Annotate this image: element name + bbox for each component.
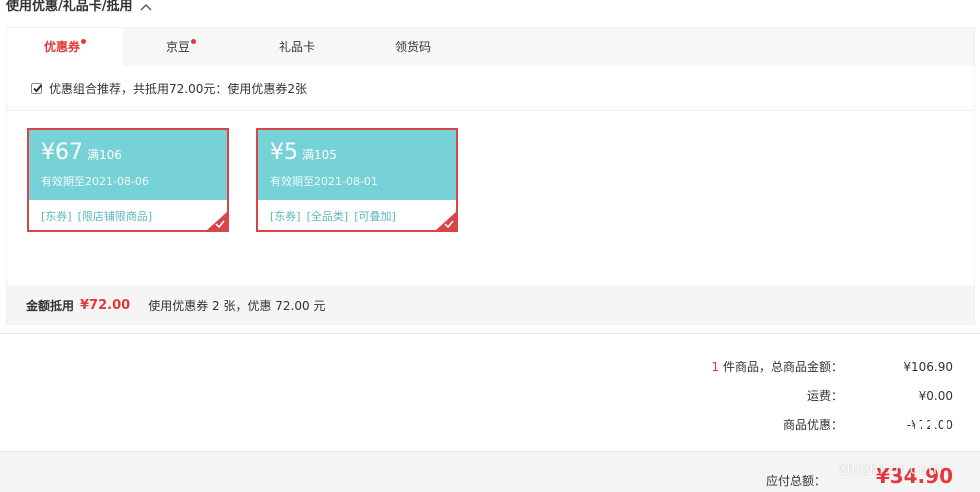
coupon-value: 67 bbox=[55, 140, 83, 165]
coupon-tag: [东券] bbox=[41, 210, 72, 223]
selected-check-icon bbox=[436, 212, 456, 230]
section-title-text: 使用优惠/礼品卡/抵用 bbox=[6, 0, 133, 14]
tab-gift-card-label: 礼品卡 bbox=[278, 40, 315, 54]
items-value: ¥106.90 bbox=[903, 359, 953, 374]
coupon-card[interactable]: ¥67 满106 有效期至2021-08-06 [东券] [限店铺限商品] bbox=[27, 128, 229, 232]
tab-coupons[interactable]: 优惠券 bbox=[7, 28, 123, 66]
coupon-panel: 优惠券 京豆 礼品卡 领货码 优惠组合推荐，共抵用72.00元：使用优惠券2张 … bbox=[6, 27, 975, 325]
coupon-header: ¥67 满106 有效期至2021-08-06 bbox=[29, 130, 227, 200]
section-title: 使用优惠/礼品卡/抵用 bbox=[6, 0, 153, 16]
summary-label: 金额抵用 bbox=[26, 298, 75, 313]
watermark-logo bbox=[838, 406, 976, 448]
chevron-up-icon[interactable] bbox=[139, 0, 153, 14]
shipping-row: 运费： ¥0.00 bbox=[807, 387, 953, 404]
site-watermark: zhizhi.bi.com bbox=[838, 406, 976, 492]
coupon-value: 5 bbox=[284, 140, 298, 165]
tab-jingdou-dot bbox=[191, 39, 196, 44]
coupon-amount: ¥5 满105 bbox=[270, 140, 337, 168]
discount-label: 商品优惠： bbox=[782, 418, 843, 432]
items-label-text: 件商品，总商品金额： bbox=[719, 360, 843, 374]
coupon-tag: [限店铺限商品] bbox=[77, 210, 153, 223]
summary-detail: 使用优惠券 2 张，优惠 72.00 元 bbox=[148, 298, 326, 313]
tab-coupons-label: 优惠券 bbox=[43, 40, 80, 54]
selected-check-icon bbox=[207, 212, 227, 230]
shipping-label: 运费： bbox=[806, 389, 843, 403]
coupon-tags: [东券] [全品类] [可叠加] bbox=[270, 208, 402, 224]
combo-recommend-row: 优惠组合推荐，共抵用72.00元：使用优惠券2张 bbox=[7, 66, 974, 111]
coupon-tag: [可叠加] bbox=[354, 210, 396, 223]
watermark-text: zhizhi.bi.com bbox=[838, 462, 943, 478]
payable-bar: 应付总额： ¥34.90 bbox=[0, 451, 980, 492]
coupon-amount: ¥67 满106 bbox=[41, 140, 122, 168]
coupon-tag: [东券] bbox=[270, 210, 301, 223]
tab-redeem-code[interactable]: 领货码 bbox=[355, 28, 471, 66]
total-items-row: 1 件商品，总商品金额： ¥106.90 bbox=[712, 358, 953, 375]
coupon-currency: ¥ bbox=[270, 140, 284, 165]
summary-amount: ¥72.00 bbox=[80, 297, 131, 313]
divider bbox=[0, 333, 980, 334]
coupon-header: ¥5 满105 有效期至2021-08-01 bbox=[258, 130, 456, 200]
discount-summary-bar: 金额抵用 ¥72.00 使用优惠券 2 张，优惠 72.00 元 bbox=[7, 285, 974, 325]
coupon-condition: 满105 bbox=[302, 148, 337, 162]
tab-redeem-code-label: 领货码 bbox=[394, 40, 431, 54]
combo-checkbox[interactable] bbox=[31, 82, 43, 94]
coupon-currency: ¥ bbox=[41, 140, 55, 165]
tab-jingdou[interactable]: 京豆 bbox=[123, 28, 239, 66]
tab-coupons-dot bbox=[81, 39, 86, 44]
shipping-value: ¥0.00 bbox=[918, 388, 953, 403]
coupon-validity: 有效期至2021-08-01 bbox=[270, 175, 378, 188]
payable-label: 应付总额： bbox=[765, 474, 826, 488]
watermark-glyph bbox=[884, 406, 926, 448]
coupon-card[interactable]: ¥5 满105 有效期至2021-08-01 [东券] [全品类] [可叠加] bbox=[256, 128, 458, 232]
tab-gift-card[interactable]: 礼品卡 bbox=[239, 28, 355, 66]
coupon-validity: 有效期至2021-08-06 bbox=[41, 175, 149, 188]
tab-jingdou-label: 京豆 bbox=[165, 40, 190, 54]
watermark-glyph bbox=[930, 406, 972, 448]
coupon-condition: 满106 bbox=[87, 148, 122, 162]
coupon-tag: [全品类] bbox=[306, 210, 349, 223]
combo-text: 优惠组合推荐，共抵用72.00元：使用优惠券2张 bbox=[49, 81, 307, 96]
tab-bar: 优惠券 京豆 礼品卡 领货码 bbox=[7, 28, 974, 66]
items-label: 1 件商品，总商品金额： bbox=[712, 358, 843, 375]
coupon-tags: [东券] [限店铺限商品] bbox=[41, 208, 158, 224]
watermark-glyph bbox=[838, 406, 880, 448]
